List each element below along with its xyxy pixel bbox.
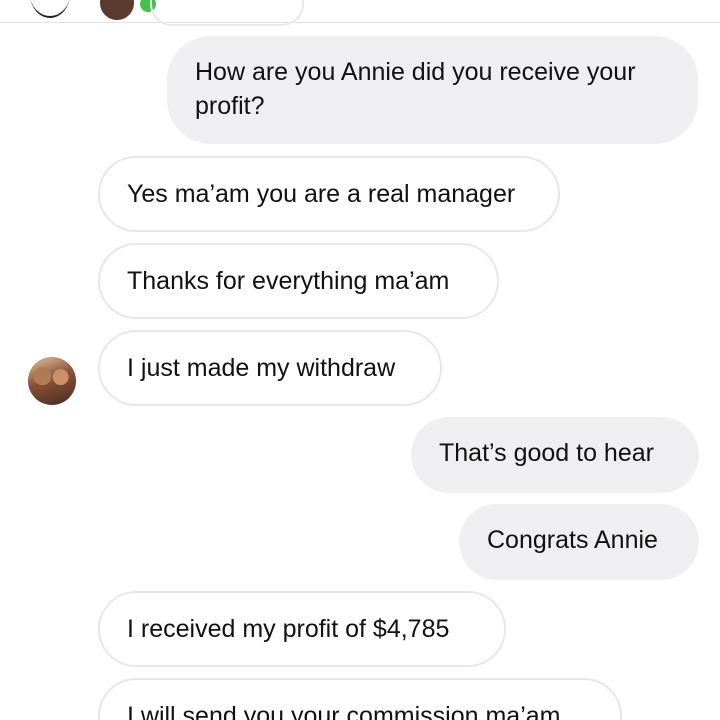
message-bubble-outgoing[interactable]: How are you Annie did you receive your p…	[167, 36, 698, 144]
message-bubble-outgoing[interactable]: That’s good to hear	[411, 417, 699, 493]
chat-header	[0, 0, 720, 26]
message-bubble-outgoing[interactable]: Congrats Annie	[459, 504, 699, 580]
header-status-pill	[150, 0, 304, 26]
contact-avatar[interactable]	[28, 357, 76, 405]
back-arrow-icon[interactable]	[30, 0, 70, 18]
message-bubble-incoming[interactable]: I will send you your commission ma’am	[98, 678, 622, 720]
message-text: Congrats Annie	[487, 526, 658, 554]
message-bubble-incoming[interactable]: I just made my withdraw	[98, 330, 442, 406]
message-text: Thanks for everything ma’am	[127, 267, 450, 295]
message-text: I just made my withdraw	[127, 354, 396, 382]
message-text: How are you Annie did you receive your p…	[195, 58, 636, 120]
header-avatar[interactable]	[100, 0, 134, 20]
message-text: Yes ma’am you are a real manager	[127, 180, 516, 208]
message-text: I will send you your commission ma’am	[127, 702, 561, 720]
chat-screen: How are you Annie did you receive your p…	[0, 0, 720, 720]
message-text: I received my profit of $4,785	[127, 615, 450, 643]
message-bubble-incoming[interactable]: Thanks for everything ma’am	[98, 243, 499, 319]
message-bubble-incoming[interactable]: I received my profit of $4,785	[98, 591, 506, 667]
message-bubble-incoming[interactable]: Yes ma’am you are a real manager	[98, 156, 560, 232]
message-text: That’s good to hear	[439, 439, 654, 467]
